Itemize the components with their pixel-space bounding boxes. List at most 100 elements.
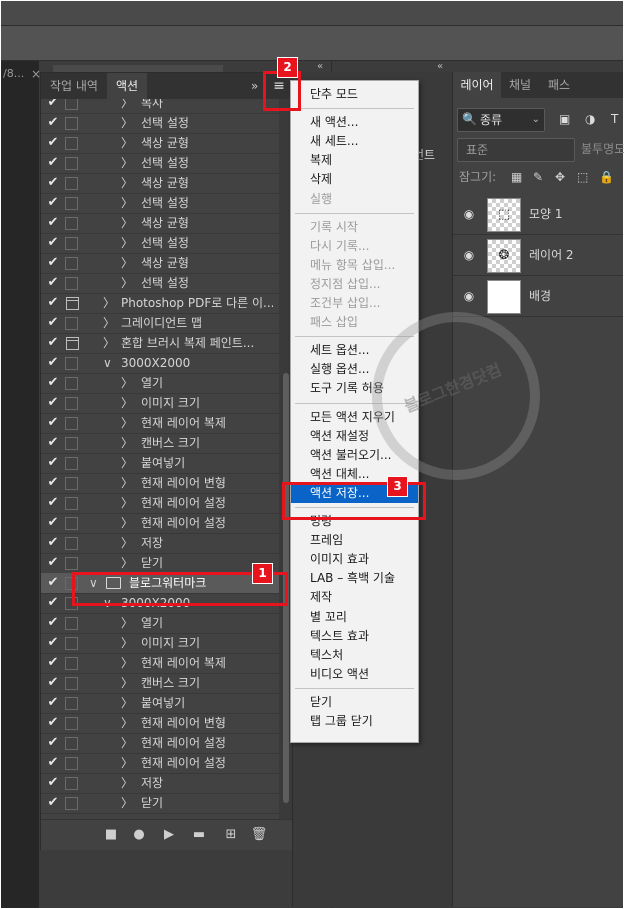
chevron-right-icon[interactable]: 〉: [121, 513, 133, 533]
dialog-toggle-empty[interactable]: [65, 717, 78, 730]
action-step-row[interactable]: ✔ 〉 선택 설정: [41, 273, 279, 294]
dialog-toggle-empty[interactable]: [65, 357, 78, 370]
chevron-right-icon[interactable]: 〉: [103, 333, 115, 353]
action-step-row[interactable]: ✔ 〉 현재 레이어 변형: [41, 473, 279, 494]
dialog-toggle-empty[interactable]: [65, 377, 78, 390]
dialog-toggle-empty[interactable]: [65, 99, 78, 110]
toggle-check-icon[interactable]: ✔: [46, 113, 60, 133]
menu-item[interactable]: 별 꼬리: [291, 608, 418, 627]
action-row[interactable]: ✔ ∨ 3000X2000: [41, 353, 279, 374]
action-step-row[interactable]: ✔ 〉 열기: [41, 613, 279, 634]
action-step-row[interactable]: ✔ 〉 선택 설정: [41, 233, 279, 254]
action-step-row[interactable]: ✔ 〉 캔버스 크기: [41, 433, 279, 454]
action-step-row[interactable]: ✔ 〉 현재 레이어 설정: [41, 753, 279, 774]
filter-adjustment-icon[interactable]: ◑: [585, 110, 595, 128]
dialog-toggle-empty[interactable]: [65, 137, 78, 150]
action-step-row[interactable]: ✔ 〉 캔버스 크기: [41, 673, 279, 694]
dialog-toggle-empty[interactable]: [65, 517, 78, 530]
chevron-right-icon[interactable]: 〉: [121, 193, 133, 213]
dialog-toggle-empty[interactable]: [65, 537, 78, 550]
toggle-check-icon[interactable]: ✔: [46, 393, 60, 413]
menu-item[interactable]: 닫기: [291, 693, 418, 712]
menu-item[interactable]: 탭 그룹 닫기: [291, 712, 418, 731]
menu-item[interactable]: 새 세트...: [291, 132, 418, 151]
toggle-check-icon[interactable]: ✔: [46, 553, 60, 573]
chevron-right-icon[interactable]: 〉: [121, 433, 133, 453]
menu-item[interactable]: 텍스처: [291, 646, 418, 665]
menu-item[interactable]: 모든 액션 지우기: [291, 408, 418, 427]
action-step-row[interactable]: ✔ 〉 저장: [41, 773, 279, 794]
action-step-row[interactable]: ✔ 〉 색상 균형: [41, 253, 279, 274]
filter-pixel-icon[interactable]: ▣: [559, 110, 570, 128]
dialog-toggle-empty[interactable]: [65, 117, 78, 130]
chevron-right-icon[interactable]: 〉: [103, 313, 115, 333]
expand-panel-icon[interactable]: »: [251, 73, 258, 99]
toggle-check-icon[interactable]: ✔: [46, 253, 60, 273]
chevron-right-icon[interactable]: 〉: [121, 113, 133, 133]
toggle-check-icon[interactable]: ✔: [46, 793, 60, 813]
action-step-row[interactable]: ✔ 〉 현재 레이어 변형: [41, 713, 279, 734]
dialog-toggle-empty[interactable]: [65, 157, 78, 170]
new-action-icon[interactable]: ⊞: [221, 826, 241, 844]
chevron-right-icon[interactable]: 〉: [121, 253, 133, 273]
eye-icon[interactable]: ◉: [461, 288, 477, 304]
action-step-row[interactable]: ✔ 〉 저장: [41, 533, 279, 554]
action-step-row[interactable]: ✔ 〉 닫기: [41, 793, 279, 814]
chevron-right-icon[interactable]: 〉: [121, 713, 133, 733]
dialog-toggle-empty[interactable]: [65, 457, 78, 470]
document-tab-label[interactable]: /8...: [1, 63, 24, 85]
chevron-right-icon[interactable]: 〉: [121, 753, 133, 773]
action-step-row[interactable]: ✔ 〉 이미지 크기: [41, 393, 279, 414]
menu-item[interactable]: 세트 옵션...: [291, 341, 418, 360]
dialog-toggle-empty[interactable]: [65, 277, 78, 290]
toggle-check-icon[interactable]: ✔: [46, 453, 60, 473]
menu-item[interactable]: LAB – 흑백 기술: [291, 569, 418, 588]
chevron-right-icon[interactable]: 〉: [121, 373, 133, 393]
toggle-check-icon[interactable]: ✔: [46, 513, 60, 533]
menu-item[interactable]: 도구 기록 허용: [291, 379, 418, 398]
action-step-row[interactable]: ✔ 〉 색상 균형: [41, 133, 279, 154]
dialog-toggle-empty[interactable]: [65, 217, 78, 230]
menu-item[interactable]: 액션 불러오기...: [291, 446, 418, 465]
dialog-toggle-empty[interactable]: [65, 797, 78, 810]
action-step-row[interactable]: ✔ 〉 붙여넣기: [41, 453, 279, 474]
toggle-check-icon[interactable]: ✔: [46, 99, 60, 113]
menu-item[interactable]: 텍스트 효과: [291, 627, 418, 646]
chevron-right-icon[interactable]: 〉: [121, 633, 133, 653]
chevron-right-icon[interactable]: 〉: [121, 413, 133, 433]
toggle-check-icon[interactable]: ✔: [46, 653, 60, 673]
dialog-toggle-empty[interactable]: [65, 617, 78, 630]
dialog-toggle-empty[interactable]: [65, 657, 78, 670]
chevron-right-icon[interactable]: 〉: [103, 293, 115, 313]
new-set-icon[interactable]: ▬: [189, 826, 209, 844]
action-step-row[interactable]: ✔ 〉 이미지 크기: [41, 633, 279, 654]
action-step-row[interactable]: ✔ 〉 색상 균형: [41, 213, 279, 234]
tab-paths[interactable]: 패스: [539, 72, 579, 98]
toggle-check-icon[interactable]: ✔: [46, 693, 60, 713]
toggle-check-icon[interactable]: ✔: [46, 673, 60, 693]
toggle-check-icon[interactable]: ✔: [46, 573, 60, 593]
chevron-right-icon[interactable]: 〉: [121, 393, 133, 413]
toggle-check-icon[interactable]: ✔: [46, 353, 60, 373]
lock-position-icon[interactable]: ✥: [555, 170, 565, 184]
action-step-row[interactable]: ✔ 〉 현재 레이어 복제: [41, 653, 279, 674]
toggle-check-icon[interactable]: ✔: [46, 313, 60, 333]
lock-image-icon[interactable]: ✎: [533, 170, 543, 184]
chevron-right-icon[interactable]: 〉: [121, 99, 133, 113]
chevron-right-icon[interactable]: 〉: [121, 153, 133, 173]
toggle-check-icon[interactable]: ✔: [46, 153, 60, 173]
chevron-right-icon[interactable]: 〉: [121, 233, 133, 253]
dialog-toggle-empty[interactable]: [65, 257, 78, 270]
lock-transparent-icon[interactable]: ▦: [511, 170, 522, 184]
chevron-right-icon[interactable]: 〉: [121, 533, 133, 553]
chevron-right-icon[interactable]: 〉: [121, 773, 133, 793]
menu-item[interactable]: 액션 재설정: [291, 427, 418, 446]
chevron-right-icon[interactable]: 〉: [121, 553, 133, 573]
toggle-check-icon[interactable]: ✔: [46, 433, 60, 453]
dialog-toggle-empty[interactable]: [65, 557, 78, 570]
dialog-toggle-icon[interactable]: [66, 337, 79, 350]
toggle-check-icon[interactable]: ✔: [46, 133, 60, 153]
action-step-row[interactable]: ✔ 〉 색상 균형: [41, 173, 279, 194]
toggle-check-icon[interactable]: ✔: [46, 373, 60, 393]
action-step-row[interactable]: ✔ 〉 선택 설정: [41, 193, 279, 214]
